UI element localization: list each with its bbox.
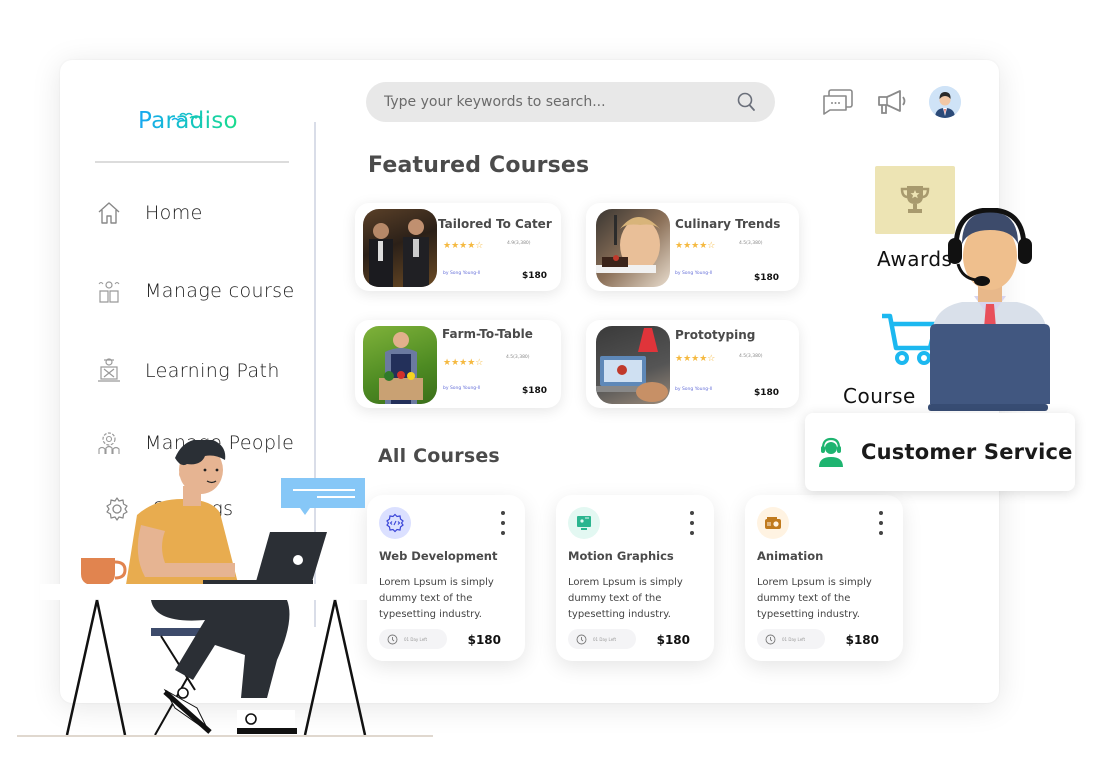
course-price: $180 xyxy=(521,271,547,281)
course-author: by Song Young-Il xyxy=(675,387,713,392)
brand-logo[interactable]: Paradiso xyxy=(138,108,238,134)
course-thumbnail xyxy=(363,209,437,287)
search-icon[interactable] xyxy=(735,91,757,113)
more-options-button[interactable] xyxy=(877,511,885,535)
course-title: Animation xyxy=(757,549,824,563)
course-title: Prototyping xyxy=(675,328,756,342)
chat-icon[interactable] xyxy=(822,86,854,118)
customer-service-label: Customer Service xyxy=(861,440,1073,464)
time-left-badge: 01 Day Left xyxy=(379,629,447,649)
gear-icon xyxy=(103,495,131,523)
featured-course-card[interactable]: Prototyping ★★★★☆ 4.5(3,380) by Song You… xyxy=(586,320,799,408)
book-gear-icon xyxy=(95,277,123,305)
rating-count: 4.5(3,380) xyxy=(506,355,530,360)
course-label: Course xyxy=(843,384,916,408)
clock-icon xyxy=(765,634,776,644)
sidebar-item-settings[interactable]: Settings xyxy=(103,495,233,523)
trophy-icon xyxy=(900,186,930,213)
sidebar-item-label: Home xyxy=(145,202,203,224)
customer-service-card[interactable]: Customer Service xyxy=(805,413,1075,491)
sidebar-separator xyxy=(314,122,316,627)
time-left-text: 01 Day Left xyxy=(782,636,806,642)
course-price: $180 xyxy=(656,633,690,647)
sidebar-item-label: Manage People xyxy=(145,432,295,454)
course-thumbnail xyxy=(363,326,437,404)
sidebar-item-home[interactable]: Home xyxy=(95,199,203,227)
featured-course-card[interactable]: Farm-To-Table ★★★★☆ 4.5(3,380) by Song Y… xyxy=(355,320,561,408)
course-description: Lorem Lpsum is simply dummy text of the … xyxy=(568,577,683,620)
all-courses-title: All Courses xyxy=(378,445,500,467)
course-card[interactable]: Animation Lorem Lpsum is simply dummy te… xyxy=(745,495,903,661)
featured-course-card[interactable]: Tailored To Cater ★★★★☆ 4.9(3,380) by So… xyxy=(355,203,561,291)
megaphone-icon[interactable] xyxy=(876,86,908,118)
course-title: Farm-To-Table xyxy=(442,327,533,341)
course-author: by Song Young-Il xyxy=(443,386,481,391)
course-author: by Song Young-Il xyxy=(675,271,713,276)
course-price: $180 xyxy=(467,633,501,647)
course-title: Culinary Trends xyxy=(675,217,781,231)
home-icon xyxy=(95,199,123,227)
logo-divider xyxy=(95,161,289,163)
film-camera-icon xyxy=(757,507,789,539)
course-description: Lorem Lpsum is simply dummy text of the … xyxy=(379,577,494,620)
more-options-button[interactable] xyxy=(499,511,507,535)
clock-icon xyxy=(576,634,587,644)
clock-icon xyxy=(387,634,398,644)
course-title: Tailored To Cater xyxy=(438,217,552,231)
rating-count: 4.5(3,380) xyxy=(739,241,763,246)
course-author: by Song Young-Il xyxy=(443,271,481,276)
sidebar-item-label: Learning Path xyxy=(145,360,280,382)
featured-course-card[interactable]: Culinary Trends ★★★★☆ 4.5(3,380) by Song… xyxy=(586,203,799,291)
course-price: $180 xyxy=(845,633,879,647)
people-gear-icon xyxy=(95,429,123,457)
sidebar-item-label: Manage course xyxy=(145,280,295,302)
sidebar-item-learning-path[interactable]: Learning Path xyxy=(95,357,280,385)
rating-count: 4.5(3,380) xyxy=(739,354,763,359)
star-rating: ★★★★☆ xyxy=(443,358,484,368)
course-card[interactable]: Web Development Lorem Lpsum is simply du… xyxy=(367,495,525,661)
star-rating: ★★★★☆ xyxy=(675,241,716,251)
course-card[interactable]: Motion Graphics Lorem Lpsum is simply du… xyxy=(556,495,714,661)
code-gear-icon xyxy=(379,507,411,539)
course-title: Motion Graphics xyxy=(568,549,674,563)
awards-tile[interactable] xyxy=(875,166,955,234)
more-options-button[interactable] xyxy=(688,511,696,535)
monitor-icon xyxy=(568,507,600,539)
rating-count: 4.9(3,380) xyxy=(507,241,531,246)
star-rating: ★★★★☆ xyxy=(443,241,484,251)
course-thumbnail xyxy=(596,326,670,404)
time-left-text: 01 Day Left xyxy=(593,636,617,642)
user-avatar[interactable] xyxy=(929,86,961,118)
course-price: $180 xyxy=(753,273,779,283)
sidebar-item-label: Settings xyxy=(153,498,234,520)
course-thumbnail xyxy=(596,209,670,287)
search-bar[interactable] xyxy=(366,82,775,122)
star-rating: ★★★★☆ xyxy=(675,354,716,364)
time-left-text: 01 Day Left xyxy=(404,636,428,642)
sidebar-item-manage-people[interactable]: Manage People xyxy=(95,429,294,457)
course-price: $180 xyxy=(753,388,779,398)
course-description: Lorem Lpsum is simply dummy text of the … xyxy=(757,577,872,620)
course-price: $180 xyxy=(521,386,547,396)
course-title: Web Development xyxy=(379,549,498,563)
awards-label: Awards xyxy=(877,247,953,271)
support-headset-icon xyxy=(819,437,843,467)
featured-courses-title: Featured Courses xyxy=(368,153,590,178)
learner-icon xyxy=(95,357,123,385)
sidebar-item-manage-course[interactable]: Manage course xyxy=(95,277,295,305)
search-input[interactable] xyxy=(384,94,735,110)
time-left-badge: 01 Day Left xyxy=(568,629,636,649)
time-left-badge: 01 Day Left xyxy=(757,629,825,649)
